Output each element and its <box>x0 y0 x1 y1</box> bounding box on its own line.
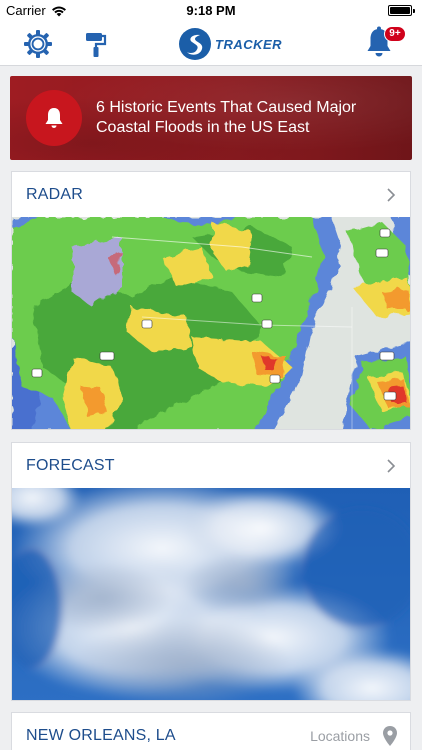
chevron-right-icon <box>387 188 396 202</box>
nav-bar: TRACKER 9+ <box>0 22 422 66</box>
status-bar: Carrier 9:18 PM <box>0 0 422 22</box>
radar-map[interactable] <box>12 217 411 430</box>
location-name: NEW ORLEANS, LA <box>26 727 176 744</box>
alert-icon-circle <box>26 90 82 146</box>
chevron-right-icon <box>387 459 396 473</box>
notifications-button[interactable]: 9+ <box>362 25 406 61</box>
notification-badge: 9+ <box>384 26 406 42</box>
locations-link[interactable]: Locations <box>310 728 370 744</box>
bell-icon <box>45 108 63 128</box>
location-pin-icon[interactable] <box>382 725 398 747</box>
radar-card: RADAR <box>11 171 411 430</box>
battery-icon <box>388 5 415 16</box>
radar-card-header[interactable]: RADAR <box>12 172 410 217</box>
forecast-card: FORECAST <box>11 442 411 701</box>
location-card[interactable]: NEW ORLEANS, LA Locations <box>11 712 411 750</box>
radar-title: RADAR <box>26 186 84 203</box>
paint-roller-icon[interactable] <box>80 28 112 60</box>
alert-banner[interactable]: 6 Historic Events That Caused Major Coas… <box>10 76 412 160</box>
forecast-card-header[interactable]: FORECAST <box>12 443 410 488</box>
logo-text: TRACKER <box>215 37 283 52</box>
gear-icon[interactable] <box>22 28 54 60</box>
logo-swirl-icon <box>179 28 211 60</box>
forecast-title: FORECAST <box>26 457 115 474</box>
forecast-sky-image[interactable] <box>12 488 411 701</box>
tracker-logo: TRACKER <box>178 27 293 61</box>
alert-headline: 6 Historic Events That Caused Major Coas… <box>96 99 357 136</box>
status-time: 9:18 PM <box>186 3 236 18</box>
